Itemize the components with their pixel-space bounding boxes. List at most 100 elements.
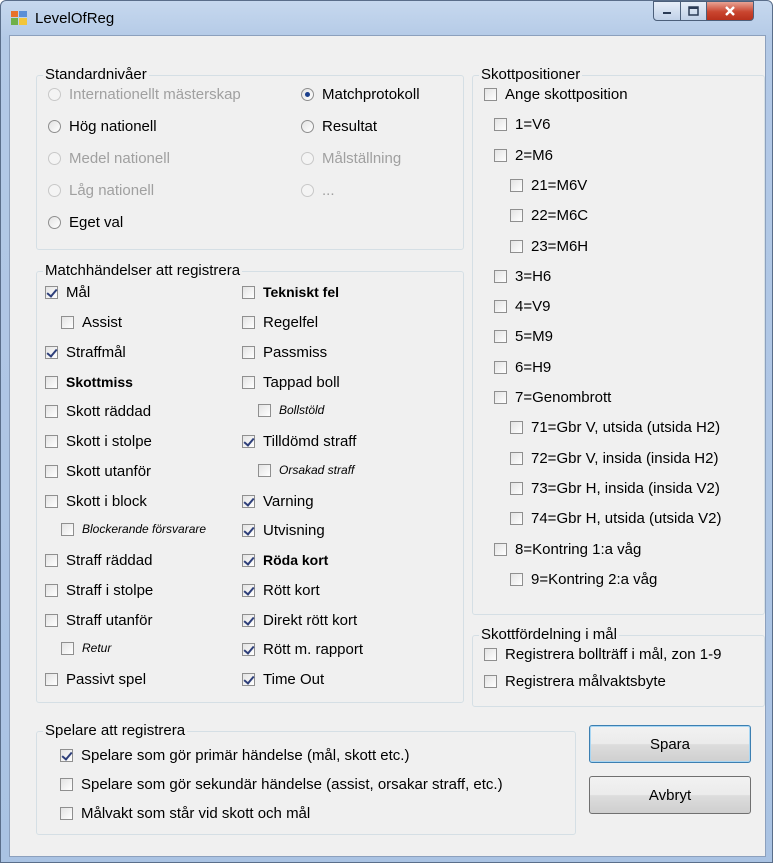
checkbox[interactable] [45,584,58,597]
checkbox[interactable] [510,239,523,253]
checkbox[interactable] [510,451,523,465]
checkbox[interactable] [45,614,58,627]
event-checkbox[interactable]: Bollstöld [258,403,324,417]
radio-button[interactable] [301,120,314,133]
checkbox[interactable] [45,346,58,359]
checkbox[interactable] [45,465,58,478]
radio-button[interactable] [301,88,314,101]
checkbox[interactable] [242,346,255,359]
shot-position-checkbox[interactable]: 22=M6C [510,207,588,224]
checkbox[interactable] [45,375,58,389]
checkbox[interactable] [242,673,255,686]
shot-position-checkbox[interactable]: 21=M6V [510,177,587,194]
checkbox[interactable] [494,360,507,374]
event-checkbox[interactable]: Tilldömd straff [242,433,356,450]
save-button[interactable]: Spara [589,725,751,763]
shot-position-checkbox[interactable]: 9=Kontring 2:a våg [510,571,657,588]
event-checkbox[interactable]: Regelfel [242,314,318,331]
event-checkbox[interactable]: Skottmiss [45,374,133,390]
event-checkbox[interactable]: Rött kort [242,582,320,599]
event-checkbox[interactable]: Skott räddad [45,403,151,420]
checkbox[interactable] [242,614,255,627]
event-checkbox[interactable]: Retur [61,641,111,655]
checkbox[interactable] [494,269,507,283]
checkbox[interactable] [60,749,73,762]
shot-position-checkbox[interactable]: 7=Genombrott [494,389,611,406]
checkbox[interactable] [494,391,507,404]
checkbox[interactable] [45,673,58,686]
shot-position-checkbox[interactable]: 74=Gbr H, utsida (utsida V2) [510,510,722,527]
checkbox[interactable] [242,376,255,389]
event-checkbox[interactable]: Utvisning [242,522,325,539]
shot-position-checkbox[interactable]: 5=M9 [494,328,553,345]
checkbox[interactable] [61,316,74,329]
event-checkbox[interactable]: Assist [61,314,122,331]
shot-position-checkbox[interactable]: 23=M6H [510,238,588,255]
distribution-checkbox[interactable]: Registrera målvaktsbyte [484,673,666,690]
standard-level-radio[interactable]: Matchprotokoll [301,86,420,103]
event-checkbox[interactable]: Straff räddad [45,552,152,569]
event-checkbox[interactable]: Tappad boll [242,374,340,391]
shot-position-checkbox[interactable]: 3=H6 [494,268,551,285]
event-checkbox[interactable]: Skott i stolpe [45,433,152,450]
checkbox[interactable] [494,300,507,314]
radio-button[interactable] [48,216,61,229]
checkbox[interactable] [510,209,523,223]
checkbox[interactable] [60,807,73,820]
checkbox[interactable] [510,512,523,526]
checkbox[interactable] [510,481,523,495]
checkbox[interactable] [494,148,507,162]
event-checkbox[interactable]: Mål [45,284,90,301]
close-button[interactable] [706,1,754,21]
event-checkbox[interactable]: Skott utanför [45,463,151,480]
checkbox[interactable] [45,286,58,299]
checkbox[interactable] [242,584,255,597]
cancel-button[interactable]: Avbryt [589,776,751,814]
checkbox[interactable] [242,524,255,537]
checkbox[interactable] [45,435,58,448]
checkbox[interactable] [60,778,73,791]
shot-position-checkbox[interactable]: 8=Kontring 1:a våg [494,541,641,558]
shot-position-checkbox[interactable]: 71=Gbr V, utsida (utsida H2) [510,419,720,436]
shot-position-checkbox[interactable]: 6=H9 [494,359,551,376]
maximize-button[interactable] [680,1,707,21]
checkbox[interactable] [494,118,507,132]
event-checkbox[interactable]: Blockerande försvarare [61,522,206,536]
checkbox[interactable] [242,643,255,656]
checkbox[interactable] [494,542,507,556]
shot-position-checkbox[interactable]: Ange skottposition [484,86,628,103]
checkbox[interactable] [242,285,255,299]
minimize-button[interactable] [653,1,681,21]
shot-position-checkbox[interactable]: 72=Gbr V, insida (insida H2) [510,450,718,467]
checkbox[interactable] [61,522,74,536]
standard-level-radio[interactable]: Eget val [48,214,123,231]
event-checkbox[interactable]: Orsakad straff [258,463,354,477]
standard-level-radio[interactable]: Hög nationell [48,118,157,135]
event-checkbox[interactable]: Time Out [242,671,324,688]
event-checkbox[interactable]: Skott i block [45,493,147,510]
shot-position-checkbox[interactable]: 4=V9 [494,298,550,315]
checkbox[interactable] [45,554,58,567]
event-checkbox[interactable]: Direkt rött kort [242,612,357,629]
standard-level-radio[interactable]: Resultat [301,118,377,135]
checkbox[interactable] [258,403,271,417]
event-checkbox[interactable]: Straffmål [45,344,126,361]
checkbox[interactable] [61,641,74,655]
player-checkbox[interactable]: Målvakt som står vid skott och mål [60,805,310,822]
player-checkbox[interactable]: Spelare som gör primär händelse (mål, sk… [60,747,409,764]
distribution-checkbox[interactable]: Registrera bollträff i mål, zon 1-9 [484,646,721,663]
event-checkbox[interactable]: Röda kort [242,552,328,568]
radio-button[interactable] [48,120,61,133]
checkbox[interactable] [510,421,523,435]
checkbox[interactable] [510,178,523,192]
player-checkbox[interactable]: Spelare som gör sekundär händelse (assis… [60,776,503,793]
checkbox[interactable] [242,495,255,508]
checkbox[interactable] [242,435,255,448]
checkbox[interactable] [484,675,497,688]
checkbox[interactable] [258,463,271,477]
checkbox[interactable] [45,495,58,508]
shot-position-checkbox[interactable]: 73=Gbr H, insida (insida V2) [510,480,720,497]
event-checkbox[interactable]: Varning [242,493,314,510]
event-checkbox[interactable]: Straff i stolpe [45,582,153,599]
checkbox[interactable] [242,553,255,567]
